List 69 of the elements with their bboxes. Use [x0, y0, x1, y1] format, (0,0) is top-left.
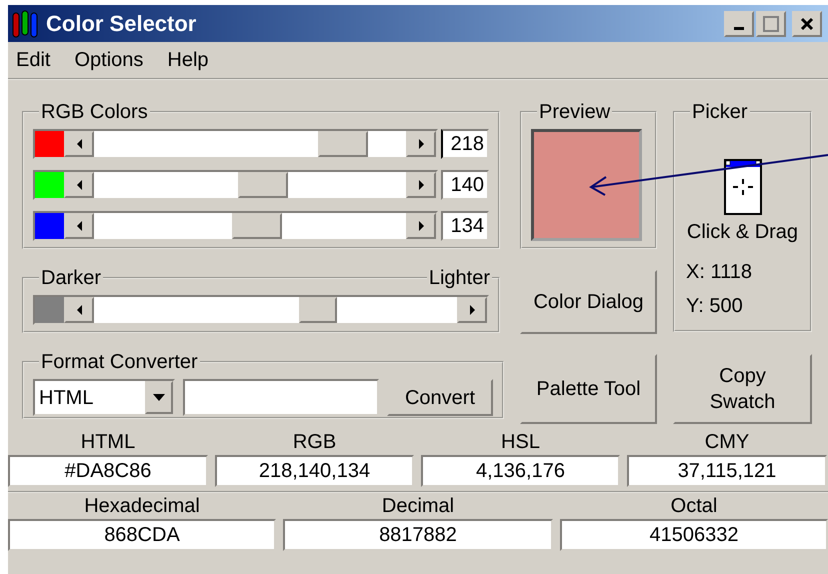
color-swatch	[35, 297, 64, 323]
scroll-right-button[interactable]	[406, 172, 436, 198]
value-field[interactable]: 134	[441, 211, 489, 241]
left-arrow-icon	[76, 180, 82, 190]
field-label: RGB	[292, 430, 338, 455]
menu-item[interactable]: Help	[167, 45, 209, 75]
slider[interactable]	[33, 211, 438, 241]
scroll-right-button[interactable]	[406, 213, 436, 239]
dropdown-button[interactable]	[145, 381, 173, 414]
x-coordinate: X: 1118	[686, 260, 752, 285]
convert-button[interactable]: Convert	[387, 379, 493, 416]
scroll-left-button[interactable]	[64, 297, 94, 323]
minimize-button[interactable]	[724, 10, 754, 36]
caret-icon	[153, 394, 165, 401]
scroll-left-button[interactable]	[64, 172, 94, 198]
value-field[interactable]: 218,140,134	[215, 455, 414, 487]
field-label: HTML	[80, 430, 136, 455]
scroll-right-button[interactable]	[406, 131, 436, 157]
left-arrow-icon	[76, 139, 82, 149]
value-field[interactable]: 41506332	[560, 519, 828, 551]
app-icon	[12, 8, 38, 38]
right-arrow-icon	[418, 221, 424, 231]
slider-thumb[interactable]	[318, 131, 368, 157]
left-arrow-icon	[76, 305, 82, 315]
close-button[interactable]	[792, 10, 822, 36]
close-icon	[800, 16, 814, 30]
minimize-icon	[734, 27, 744, 30]
picker-hint: Click & Drag	[686, 220, 798, 245]
input-field[interactable]	[183, 379, 379, 416]
picker-window-icon[interactable]	[724, 159, 762, 215]
scroll-left-button[interactable]	[64, 131, 94, 157]
color-dialog-button[interactable]: Color Dialog	[520, 270, 657, 334]
value-field[interactable]: 868CDA	[8, 519, 276, 551]
left-arrow-icon	[76, 221, 82, 231]
group-label: Format Converter	[40, 350, 199, 375]
value-field[interactable]: 218	[441, 129, 489, 159]
group-label: RGB Colors	[40, 100, 149, 125]
format-dropdown[interactable]: HTML	[33, 379, 175, 416]
right-arrow-icon	[418, 180, 424, 190]
slider[interactable]	[33, 129, 438, 159]
right-arrow-icon	[418, 139, 424, 149]
window-title: Color Selector	[46, 10, 196, 38]
scroll-right-button[interactable]	[457, 297, 487, 323]
group-label: Preview	[538, 100, 612, 125]
maximize-icon	[763, 16, 779, 32]
slider-thumb[interactable]	[232, 213, 282, 239]
slider[interactable]	[33, 170, 438, 200]
value-field[interactable]: 37,115,121	[627, 455, 827, 487]
right-arrow-icon	[470, 305, 474, 315]
field-label: Decimal	[380, 494, 456, 519]
slider[interactable]	[33, 295, 489, 325]
slider-thumb[interactable]	[238, 172, 288, 198]
copy-swatch-button[interactable]: Copy Swatch	[673, 354, 812, 424]
field-label: Octal	[670, 494, 718, 519]
palette-tool-button[interactable]: Palette Tool	[520, 354, 657, 424]
scroll-left-button[interactable]	[64, 213, 94, 239]
menu-item[interactable]: Options	[74, 45, 144, 75]
group-label: Darker	[40, 266, 102, 291]
field-label: Hexadecimal	[83, 494, 201, 519]
value-field[interactable]: 4,136,176	[421, 455, 620, 487]
group-label: Picker	[691, 100, 749, 125]
value-field[interactable]: #DA8C86	[8, 455, 208, 487]
slider-thumb[interactable]	[298, 297, 337, 323]
field-label: CMY	[704, 430, 750, 455]
field-label: HSL	[500, 430, 541, 455]
value-field[interactable]: 140	[441, 170, 489, 200]
y-coordinate: Y: 500	[686, 294, 744, 319]
value-field[interactable]: 8817882	[283, 519, 553, 551]
menu-item[interactable]: Edit	[16, 45, 50, 75]
